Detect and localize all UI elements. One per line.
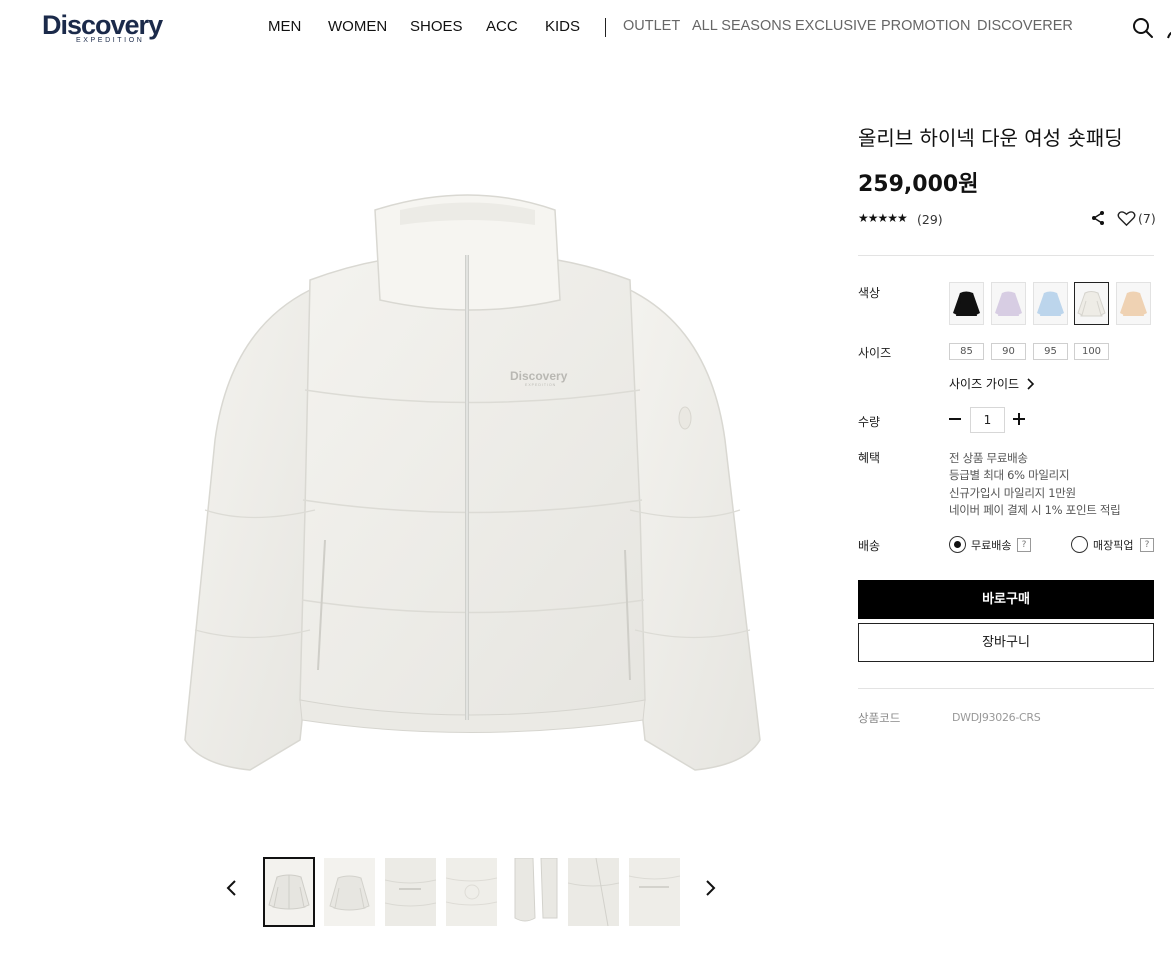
logo-subtext: EXPEDITION [76, 37, 145, 44]
nav-item-shoes[interactable]: SHOES [410, 18, 463, 35]
divider [858, 688, 1154, 689]
buy-now-button[interactable]: 바로구매 [858, 580, 1154, 619]
color-swatch-peach[interactable] [1116, 282, 1151, 325]
share-icon[interactable] [1090, 210, 1106, 226]
nav-item-discoverer[interactable]: DISCOVERER [977, 18, 1073, 34]
nav-item-acc[interactable]: ACC [486, 18, 518, 35]
nav-item-all-seasons[interactable]: ALL SEASONS [692, 18, 791, 34]
color-swatch-black[interactable] [949, 282, 984, 325]
delivery-option-pickup[interactable]: 매장픽업 [1093, 537, 1133, 553]
size-option-95[interactable]: 95 [1033, 343, 1068, 360]
thumbnail-item[interactable] [385, 858, 436, 926]
color-swatch-cream[interactable] [1074, 282, 1109, 325]
size-label: 사이즈 [858, 346, 892, 360]
quantity-label: 수량 [858, 415, 881, 429]
nav-item-exclusive[interactable]: EXCLUSIVE [795, 18, 876, 34]
size-guide-link[interactable]: 사이즈 가이드 [949, 375, 1019, 392]
rating-count[interactable]: (29) [917, 212, 943, 227]
thumbnail-item[interactable] [568, 858, 619, 926]
chevron-right-icon[interactable] [1024, 377, 1036, 391]
add-to-cart-button[interactable]: 장바구니 [858, 623, 1154, 662]
color-swatch-lavender[interactable] [991, 282, 1026, 325]
benefit-item: 네이버 페이 결제 시 1% 포인트 적립 [949, 503, 1121, 517]
jacket-logo: Discovery [510, 369, 568, 383]
color-swatch-light-blue[interactable] [1033, 282, 1068, 325]
divider [858, 255, 1154, 256]
quantity-input[interactable]: 1 [970, 407, 1005, 433]
nav-divider [605, 18, 606, 37]
thumbnail-item[interactable] [324, 858, 375, 926]
benefits-label: 혜택 [858, 451, 881, 465]
plus-icon[interactable] [1011, 411, 1027, 427]
product-code-value: DWDJ93026-CRS [952, 711, 1041, 724]
delivery-option-free[interactable]: 무료배송 [971, 537, 1011, 553]
product-main-image: Discovery EXPEDITION [184, 194, 761, 771]
logo-wordmark: Discovery [42, 10, 163, 40]
size-option-100[interactable]: 100 [1074, 343, 1109, 360]
thumbnail-item[interactable] [263, 857, 315, 927]
product-title: 올리브 하이넥 다운 여성 숏패딩 [858, 126, 1123, 150]
delivery-radio-free[interactable] [949, 536, 966, 553]
site-header: Discovery EXPEDITION MEN WOMEN SHOES ACC… [0, 0, 1171, 56]
benefit-item: 신규가입시 마일리지 1만원 [949, 486, 1076, 500]
rating-stars-icon[interactable]: ★★★★★ [858, 211, 908, 225]
benefit-item: 전 상품 무료배송 [949, 451, 1028, 465]
thumbnail-item[interactable] [446, 858, 497, 926]
minus-icon[interactable] [947, 411, 963, 427]
help-icon[interactable]: ? [1017, 538, 1031, 552]
nav-item-promotion[interactable]: PROMOTION [881, 18, 970, 34]
size-option-90[interactable]: 90 [991, 343, 1026, 360]
product-code-label: 상품코드 [858, 711, 901, 725]
color-label: 색상 [858, 286, 881, 300]
delivery-label: 배송 [858, 539, 881, 553]
delivery-radio-pickup[interactable] [1071, 536, 1088, 553]
jacket-logo-subtext: EXPEDITION [525, 383, 556, 387]
discovery-logo[interactable]: Discovery EXPEDITION [42, 11, 170, 45]
thumbnail-next-button[interactable] [698, 876, 722, 900]
heart-icon[interactable] [1117, 210, 1136, 227]
like-count: (7) [1138, 211, 1156, 226]
size-option-85[interactable]: 85 [949, 343, 984, 360]
nav-item-outlet[interactable]: OUTLET [623, 18, 680, 34]
nav-item-kids[interactable]: KIDS [545, 18, 580, 35]
thumbnail-item[interactable] [629, 858, 680, 926]
benefit-item: 등급별 최대 6% 마일리지 [949, 468, 1070, 482]
thumbnail-item[interactable] [507, 858, 558, 926]
thumbnail-prev-button[interactable] [220, 876, 244, 900]
product-price: 259,000원 [858, 172, 979, 197]
user-icon[interactable] [1164, 16, 1171, 40]
search-icon[interactable] [1131, 16, 1155, 40]
help-icon[interactable]: ? [1140, 538, 1154, 552]
nav-item-women[interactable]: WOMEN [328, 18, 387, 35]
nav-item-men[interactable]: MEN [268, 18, 301, 35]
